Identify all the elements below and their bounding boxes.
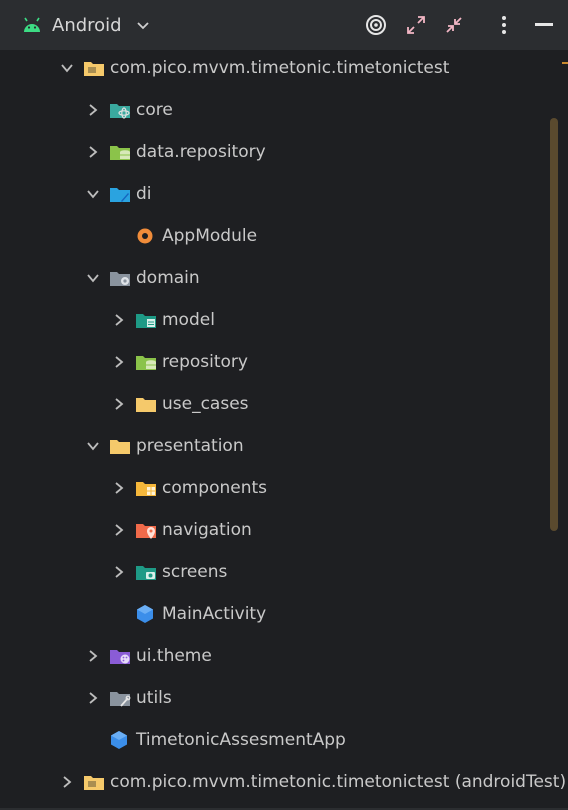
tree-item-label: repository xyxy=(162,352,248,372)
tree-item-repository[interactable]: repository xyxy=(0,341,545,383)
vertical-scrollbar[interactable] xyxy=(550,118,558,531)
target-icon[interactable] xyxy=(364,13,388,37)
chevron-right-icon[interactable] xyxy=(111,480,127,496)
more-vert-icon[interactable] xyxy=(492,13,516,37)
tree-item-data-repository[interactable]: data.repository xyxy=(0,131,545,173)
chevron-right-icon[interactable] xyxy=(85,102,101,118)
tree-item-label: navigation xyxy=(162,520,252,540)
tree-item-label: com.pico.mvvm.timetonic.timetonictest xyxy=(110,58,450,78)
tree-item-label: com.pico.mvvm.timetonic.timetonictest (a… xyxy=(110,772,567,792)
chevron-right-icon[interactable] xyxy=(111,396,127,412)
tree-item-label: model xyxy=(162,310,215,330)
tree-item-label: AppModule xyxy=(162,226,258,246)
tree-item-screens[interactable]: screens xyxy=(0,551,545,593)
tree-item-label: data.repository xyxy=(136,142,266,162)
chevron-right-icon[interactable] xyxy=(111,312,127,328)
application-class-icon xyxy=(111,731,127,749)
view-selector[interactable]: Android xyxy=(6,7,164,43)
tree-item-utils[interactable]: utils xyxy=(0,677,545,719)
chevron-right-icon[interactable] xyxy=(85,690,101,706)
folder-icon xyxy=(110,440,130,454)
chevron-down-icon xyxy=(136,22,149,30)
view-title: Android xyxy=(52,14,122,36)
tree-item-domain[interactable]: domain xyxy=(0,257,545,299)
theme-folder-icon xyxy=(110,650,130,664)
database-folder-icon xyxy=(136,356,156,370)
tree-item-label: screens xyxy=(162,562,228,582)
package-folder-icon xyxy=(84,776,104,790)
chevron-down-icon[interactable] xyxy=(85,438,101,454)
tree-item-package-androidtest[interactable]: com.pico.mvvm.timetonic.timetonictest (a… xyxy=(0,761,566,803)
tree-item-presentation[interactable]: presentation xyxy=(0,425,545,467)
tree-item-timetonicassesmentapp[interactable]: TimetonicAssesmentApp xyxy=(0,719,545,761)
tree-item-mainactivity[interactable]: MainActivity xyxy=(0,593,545,635)
tree-item-label: ui.theme xyxy=(136,646,212,666)
package-folder-icon xyxy=(84,62,104,76)
database-folder-icon xyxy=(110,146,130,160)
activity-class-icon xyxy=(137,605,153,623)
tree-item-label: MainActivity xyxy=(162,604,267,624)
tree-item-label: domain xyxy=(136,268,200,288)
tree-item-ui-theme[interactable]: ui.theme xyxy=(0,635,545,677)
android-icon xyxy=(24,17,40,32)
tree-item-label: TimetonicAssesmentApp xyxy=(136,730,346,750)
tree-item-package-root[interactable]: com.pico.mvvm.timetonic.timetonictest xyxy=(0,47,545,89)
folder-icon xyxy=(136,398,156,412)
tree-item-components[interactable]: components xyxy=(0,467,545,509)
chevron-right-icon[interactable] xyxy=(85,144,101,160)
tree-item-navigation[interactable]: navigation xyxy=(0,509,545,551)
kotlin-object-icon xyxy=(137,228,153,244)
chevron-right-icon[interactable] xyxy=(85,648,101,664)
model-folder-icon xyxy=(136,314,156,328)
domain-folder-icon xyxy=(110,272,130,286)
chevron-right-icon[interactable] xyxy=(111,354,127,370)
collapse-icon[interactable] xyxy=(442,13,466,37)
chevron-right-icon[interactable] xyxy=(111,564,127,580)
chevron-right-icon[interactable] xyxy=(59,774,75,790)
components-folder-icon xyxy=(136,482,156,496)
screens-folder-icon xyxy=(136,566,156,580)
minimize-icon[interactable] xyxy=(532,13,556,37)
tree-item-di[interactable]: di xyxy=(0,173,545,215)
core-folder-icon xyxy=(110,104,130,119)
tree-item-use-cases[interactable]: use_cases xyxy=(0,383,545,425)
tree-item-label: utils xyxy=(136,688,172,708)
chevron-down-icon[interactable] xyxy=(85,186,101,202)
tree-item-label: components xyxy=(162,478,268,498)
tree-item-core[interactable]: core xyxy=(0,89,545,131)
di-folder-icon xyxy=(110,188,130,202)
chevron-down-icon[interactable] xyxy=(59,60,75,76)
chevron-right-icon[interactable] xyxy=(111,522,127,538)
tree-item-label: core xyxy=(136,100,173,120)
utils-folder-icon xyxy=(110,692,131,707)
chevron-down-icon[interactable] xyxy=(85,270,101,286)
expand-icon[interactable] xyxy=(404,13,428,37)
tree-item-label: presentation xyxy=(136,436,244,456)
navigation-folder-icon xyxy=(136,524,156,539)
project-toolbar: Android xyxy=(0,0,568,50)
scroll-marker xyxy=(562,62,568,64)
tree-item-label: use_cases xyxy=(162,394,249,414)
tree-item-appmodule[interactable]: AppModule xyxy=(0,215,545,257)
tree-item-model[interactable]: model xyxy=(0,299,545,341)
tree-item-label: di xyxy=(136,184,152,204)
